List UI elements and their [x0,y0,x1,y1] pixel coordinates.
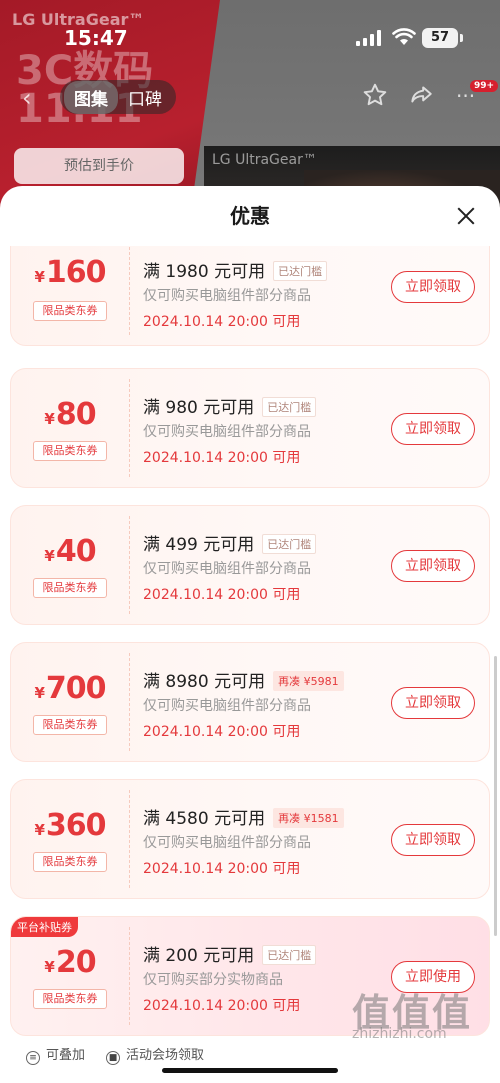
status-bar: 15:47 57 [0,0,500,70]
tab-reviews[interactable]: 口碑 [118,81,172,114]
coupon-value-area: ¥80 限品类东券 [11,369,129,487]
coupon-divider [129,516,130,614]
clock: 15:47 [64,26,128,50]
coupon-condition: 满 499 元可用 已达门槛 [143,530,317,555]
coupon-value-area: ¥360 限品类东券 [11,780,129,898]
coupon-condition: 满 1980 元可用 已达门槛 [143,257,328,282]
scrollbar[interactable] [494,656,497,936]
battery-tip [460,34,463,42]
coupon-scope: 仅可购买电脑组件部分商品 [143,288,311,304]
coupon-date: 2024.10.14 20:00 可用 [143,861,301,877]
coupon-divider [129,379,130,477]
coupon-scope: 仅可购买电脑组件部分商品 [143,561,311,577]
coupon-sheet: 优惠 ¥160 限品类东券 满 1980 元可用 已达门槛 仅可购买电脑组件部分商… [0,186,500,1083]
stack-icon: ≡ [26,1051,40,1065]
coupon-divider [129,927,130,1025]
coupon-value-area: ¥160 限品类东券 [11,246,129,345]
coupon-amount: ¥40 [44,534,96,569]
coupon-scope: 仅可购买电脑组件部分商品 [143,835,311,851]
coupon-type-tag: 限品类东券 [33,852,107,872]
watermark-url: zhizhizhi.com [352,1026,447,1042]
coupon-condition: 满 980 元可用 已达门槛 [143,393,317,418]
coupon-card: ¥700 限品类东券 满 8980 元可用 再凑 ¥5981 仅可购买电脑组件部分… [10,642,490,762]
coupon-card: ¥160 限品类东券 满 1980 元可用 已达门槛 仅可购买电脑组件部分商品 2… [10,246,490,346]
close-icon[interactable] [452,202,480,230]
coupon-amount: ¥20 [44,945,96,980]
coupon-scope: 仅可购买电脑组件部分商品 [143,424,311,440]
coupon-scope: 仅可购买电脑组件部分商品 [143,698,311,714]
coupon-list[interactable]: ¥160 限品类东券 满 1980 元可用 已达门槛 仅可购买电脑组件部分商品 2… [0,246,500,1046]
coupon-condition: 满 200 元可用 已达门槛 [143,941,317,966]
venue-icon: ■ [106,1051,120,1065]
home-indicator[interactable] [162,1068,338,1073]
coupon-type-tag: 限品类东券 [33,578,107,598]
threshold-status: 已达门槛 [262,534,317,554]
coupon-card: ¥80 限品类东券 满 980 元可用 已达门槛 仅可购买电脑组件部分商品 202… [10,368,490,488]
threshold-status: 已达门槛 [262,945,317,965]
coupon-card: ¥360 限品类东券 满 4580 元可用 再凑 ¥1581 仅可购买电脑组件部分… [10,779,490,899]
coupon-amount: ¥80 [44,397,96,432]
claim-button[interactable]: 立即领取 [391,687,475,719]
monitor-brand-label: LG UltraGear™ [212,152,317,168]
coupon-footer: ≡ 可叠加 ■ 活动会场领取 [0,1036,500,1083]
claim-button[interactable]: 立即领取 [391,271,475,303]
claim-button[interactable]: 立即领取 [391,413,475,445]
threshold-status: 已达门槛 [262,397,317,417]
coupon-date: 2024.10.14 20:00 可用 [143,450,301,466]
claim-button[interactable]: 立即领取 [391,550,475,582]
sheet-title: 优惠 [230,204,270,228]
threshold-status: 再凑 ¥1581 [273,808,344,828]
star-icon[interactable] [362,82,388,108]
cellular-signal-icon [356,30,381,46]
threshold-status: 再凑 ¥5981 [273,671,344,691]
gallery-tabs: 图集 口碑 [60,80,176,114]
coupon-type-tag: 限品类东券 [33,301,107,321]
coupon-date: 2024.10.14 20:00 可用 [143,724,301,740]
stackable-legend: ≡ 可叠加 [26,1044,85,1065]
coupon-amount: ¥360 [34,808,106,843]
share-icon[interactable] [408,82,434,108]
coupon-amount: ¥700 [34,671,106,706]
coupon-divider [129,246,130,335]
coupon-divider [129,790,130,888]
coupon-condition: 满 4580 元可用 再凑 ¥1581 [143,804,344,829]
threshold-status: 已达门槛 [273,261,328,281]
coupon-type-tag: 限品类东券 [33,989,107,1009]
message-badge: 99+ [470,80,499,92]
tab-gallery[interactable]: 图集 [64,80,118,114]
coupon-type-tag: 限品类东券 [33,441,107,461]
battery-icon: 57 [422,28,458,48]
coupon-condition: 满 8980 元可用 再凑 ¥5981 [143,667,344,692]
venue-legend: ■ 活动会场领取 [106,1044,204,1065]
claim-button[interactable]: 立即领取 [391,824,475,856]
coupon-date: 2024.10.14 20:00 可用 [143,587,301,603]
coupon-value-area: ¥40 限品类东券 [11,506,129,624]
coupon-card: ¥40 限品类东券 满 499 元可用 已达门槛 仅可购买电脑组件部分商品 202… [10,505,490,625]
wifi-icon [392,28,416,45]
coupon-value-area: ¥700 限品类东券 [11,643,129,761]
back-arrow-icon[interactable]: ‹ [22,84,32,112]
estimate-price-label: 预估到手价 [14,148,184,184]
coupon-divider [129,653,130,751]
coupon-amount: ¥160 [34,255,106,290]
coupon-scope: 仅可购买部分实物商品 [143,972,283,988]
coupon-date: 2024.10.14 20:00 可用 [143,998,301,1014]
coupon-date: 2024.10.14 20:00 可用 [143,314,301,330]
coupon-type-tag: 限品类东券 [33,715,107,735]
coupon-value-area: ¥20 限品类东券 [11,917,129,1035]
